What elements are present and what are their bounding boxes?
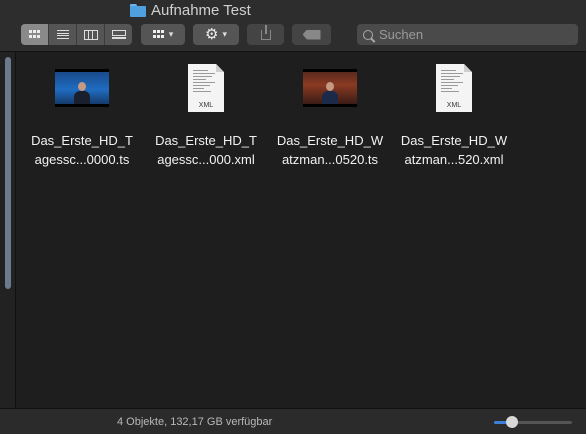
file-item[interactable]: XML Das_Erste_HD_T agessc...000.xml (144, 61, 268, 169)
chevron-down-icon: ▾ (222, 29, 227, 39)
file-item[interactable]: XML Das_Erste_HD_W atzman...520.xml (392, 61, 516, 169)
view-mode-control (21, 24, 132, 45)
xml-document-icon: XML (436, 64, 472, 112)
status-bar: 4 Objekte, 132,17 GB verfügbar (0, 408, 586, 434)
list-view-button[interactable] (49, 24, 77, 45)
folder-icon (130, 4, 146, 17)
column-view-button[interactable] (77, 24, 105, 45)
columns-icon (83, 29, 98, 40)
gallery-view-button[interactable] (105, 24, 132, 45)
search-icon (363, 29, 373, 40)
scrollbar-thumb[interactable] (5, 57, 11, 289)
list-icon (56, 30, 69, 39)
toolbar: Aufnahme Test ▾ ⚙ ▾ (0, 0, 586, 52)
status-text: 4 Objekte, 132,17 GB verfügbar (117, 416, 273, 428)
icon-view-button[interactable] (21, 24, 49, 45)
video-thumbnail (303, 69, 357, 107)
icon-size-slider[interactable] (494, 415, 572, 429)
window-title-label: Aufnahme Test (151, 1, 251, 19)
tag-icon (302, 29, 321, 40)
window-title: Aufnahme Test (130, 0, 251, 20)
share-button[interactable] (247, 24, 284, 45)
gear-icon: ⚙ (205, 26, 219, 43)
file-name: Das_Erste_HD_T agessc...000.xml (155, 133, 257, 167)
search-field[interactable] (357, 24, 578, 45)
action-button[interactable]: ⚙ ▾ (193, 24, 239, 45)
grid-icon (28, 29, 41, 40)
video-thumbnail (55, 69, 109, 107)
slider-knob[interactable] (506, 416, 518, 428)
file-name: Das_Erste_HD_T agessc...0000.ts (31, 133, 133, 167)
share-icon (260, 24, 271, 40)
file-name: Das_Erste_HD_W atzman...520.xml (400, 133, 508, 167)
file-grid: Das_Erste_HD_T agessc...0000.ts XML Das_… (17, 53, 586, 408)
tags-button[interactable] (292, 24, 331, 45)
group-button[interactable]: ▾ (141, 24, 185, 45)
file-name: Das_Erste_HD_W atzman...0520.ts (276, 133, 384, 167)
group-grid-icon (152, 29, 165, 40)
xml-document-icon: XML (188, 64, 224, 112)
file-item[interactable]: Das_Erste_HD_T agessc...0000.ts (20, 61, 144, 169)
search-input[interactable] (379, 27, 559, 42)
gallery-icon (111, 29, 126, 40)
chevron-down-icon: ▾ (168, 29, 174, 39)
file-item[interactable]: Das_Erste_HD_W atzman...0520.ts (268, 61, 392, 169)
